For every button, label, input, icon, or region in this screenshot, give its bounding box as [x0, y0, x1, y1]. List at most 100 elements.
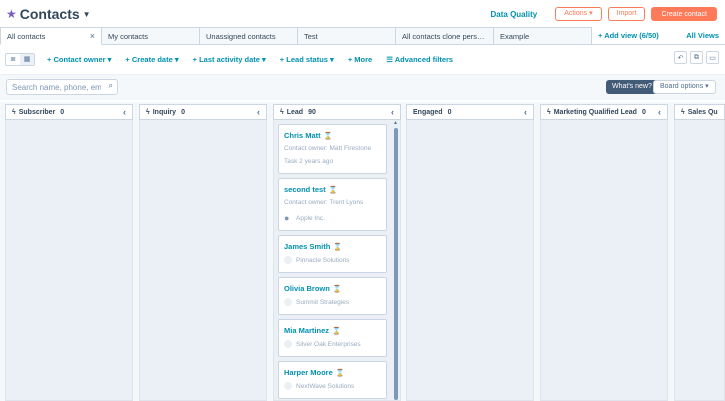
company-logo-icon: [284, 340, 292, 348]
company-name: Apple Inc.: [296, 214, 325, 222]
tab-label: All contacts clone personali...: [402, 32, 494, 41]
lightning-icon: ϟ: [146, 108, 150, 116]
copy-icon[interactable]: ⧉: [690, 51, 703, 64]
contact-card[interactable]: Mia Martinez ⌛ Silver Oak Enterprises: [278, 319, 387, 357]
filter-contact-owner[interactable]: + Contact owner ▾: [47, 55, 111, 64]
hourglass-icon: ⌛: [335, 369, 345, 377]
column-header[interactable]: ϟ Sales Qu: [674, 104, 725, 120]
contact-name[interactable]: Harper Moore: [284, 368, 333, 377]
chevron-left-icon[interactable]: ‹: [257, 107, 260, 117]
tab-unassigned-contacts[interactable]: Unassigned contacts: [200, 27, 298, 45]
company-row: ● Apple Inc.: [284, 213, 381, 223]
column-subscriber: ϟ Subscriber 0 ‹: [5, 104, 133, 401]
filter-label: Create date: [131, 54, 173, 64]
tab-my-contacts[interactable]: My contacts: [102, 27, 200, 45]
header-actions: Data Quality Actions ▾ Import Create con…: [491, 7, 717, 21]
contact-name-row: James Smith ⌛: [284, 242, 381, 251]
page-title[interactable]: ★ Contacts ▼: [6, 6, 91, 22]
close-icon[interactable]: ×: [90, 28, 95, 44]
company-name: NextWave Solutions: [296, 382, 355, 390]
contact-name[interactable]: Olivia Brown: [284, 284, 330, 293]
board-options-button[interactable]: Board options ▾: [653, 80, 716, 94]
save-icon[interactable]: ▭: [706, 51, 719, 64]
contact-card[interactable]: Harper Moore ⌛ NextWave Solutions: [278, 361, 387, 399]
filter-create-date[interactable]: + Create date ▾: [125, 55, 178, 64]
contact-card[interactable]: Olivia Brown ⌛ Summit Strategies: [278, 277, 387, 315]
search-input[interactable]: [7, 80, 101, 94]
tab-example[interactable]: Example: [494, 27, 592, 45]
company-row: Summit Strategies: [284, 298, 381, 306]
column-count: 0: [447, 108, 452, 116]
chevron-left-icon[interactable]: ‹: [524, 107, 527, 117]
contact-name[interactable]: James Smith: [284, 242, 330, 251]
column-sales-qualified: ϟ Sales Qu: [674, 104, 725, 401]
company-row: NextWave Solutions: [284, 382, 381, 390]
chevron-left-icon[interactable]: ‹: [123, 107, 126, 117]
contact-owner: Contact owner: Matt Firestone: [284, 145, 372, 152]
lightning-icon: ϟ: [12, 108, 16, 116]
contact-name-row: Mia Martinez ⌛: [284, 326, 381, 335]
chevron-down-icon: ▼: [82, 9, 91, 19]
contact-card[interactable]: Chris Matt ⌛ Contact owner: Matt Fireston…: [278, 124, 387, 174]
column-header[interactable]: ϟ Lead 90 ‹: [273, 104, 401, 120]
contact-card[interactable]: second test ⌛ Contact owner: Trent Lyons …: [278, 178, 387, 231]
tab-label: All contacts: [7, 32, 46, 41]
contact-name[interactable]: second test: [284, 185, 326, 194]
tab-all-contacts[interactable]: All contacts ×: [0, 27, 102, 45]
column-header[interactable]: ϟ Marketing Qualified Lead 0 ‹: [540, 104, 668, 120]
board-view-icon[interactable]: ▦: [20, 53, 34, 65]
filter-label: Advanced filters: [394, 54, 454, 64]
column-header[interactable]: ϟ Subscriber 0 ‹: [5, 104, 133, 120]
data-quality-link[interactable]: Data Quality: [491, 10, 538, 19]
column-count: 0: [60, 108, 65, 116]
contact-name[interactable]: Mia Martinez: [284, 326, 329, 335]
toolbar-icons: ↶ ⧉ ▭: [674, 51, 719, 64]
tab-all-contacts-clone[interactable]: All contacts clone personali...: [396, 27, 494, 45]
chevron-left-icon[interactable]: ‹: [658, 107, 661, 117]
view-toggle: ≣ ▦: [5, 52, 35, 66]
advanced-filters-button[interactable]: ☰ Advanced filters: [386, 55, 453, 64]
tab-label: Example: [500, 32, 530, 41]
filter-lead-status[interactable]: + Lead status ▾: [280, 55, 334, 64]
filter-more[interactable]: + More: [348, 55, 372, 64]
column-header[interactable]: Engaged 0 ‹: [406, 104, 534, 120]
filter-label: Contact owner: [53, 54, 106, 64]
column-mql: ϟ Marketing Qualified Lead 0 ‹: [540, 104, 668, 401]
search-icon[interactable]: ⌕: [109, 81, 113, 91]
lightning-icon: ϟ: [547, 108, 551, 116]
whats-new-button[interactable]: What's new?: [606, 80, 658, 94]
scroll-up-icon[interactable]: ▲: [393, 120, 398, 126]
column-label: Subscriber: [18, 108, 56, 116]
board-options-label: Board options: [660, 83, 704, 90]
filter-label: Lead status: [286, 54, 328, 64]
company-row: Silver Oak Enterprises: [284, 340, 381, 348]
tab-test[interactable]: Test: [298, 27, 396, 45]
actions-button[interactable]: Actions ▾: [555, 7, 602, 21]
import-button[interactable]: Import: [607, 7, 646, 21]
scrollbar-thumb[interactable]: [394, 128, 398, 400]
search-box: ⌕: [6, 79, 118, 95]
chevron-left-icon[interactable]: ‹: [391, 107, 394, 117]
all-views-link[interactable]: All Views: [680, 27, 725, 44]
create-contact-button[interactable]: Create contact: [651, 7, 717, 21]
filter-label: Last activity date: [199, 54, 260, 64]
column-label: Engaged: [413, 108, 443, 116]
contact-name-row: Harper Moore ⌛: [284, 368, 381, 377]
contact-name-row: Chris Matt ⌛: [284, 131, 381, 140]
view-tabs: All contacts × My contacts Unassigned co…: [0, 27, 725, 45]
column-header[interactable]: ϟ Inquiry 0 ‹: [139, 104, 267, 120]
undo-icon[interactable]: ↶: [674, 51, 687, 64]
contact-name-row: Olivia Brown ⌛: [284, 284, 381, 293]
column-scrollbar[interactable]: ▲: [393, 120, 399, 400]
list-view-icon[interactable]: ≣: [6, 54, 20, 65]
contact-owner: Contact owner: Trent Lyons: [284, 199, 364, 206]
column-label: Sales Qu: [687, 108, 718, 116]
filter-last-activity[interactable]: + Last activity date ▾: [193, 55, 266, 64]
company-name: Pinnacle Solutions: [296, 256, 350, 264]
contact-card[interactable]: James Smith ⌛ Pinnacle Solutions: [278, 235, 387, 273]
column-inquiry: ϟ Inquiry 0 ‹: [139, 104, 267, 401]
contact-name[interactable]: Chris Matt: [284, 131, 321, 140]
column-label: Inquiry: [152, 108, 177, 116]
add-view-button[interactable]: + Add view (6/50): [592, 27, 665, 44]
add-view-label: Add view (6/50): [604, 31, 659, 40]
